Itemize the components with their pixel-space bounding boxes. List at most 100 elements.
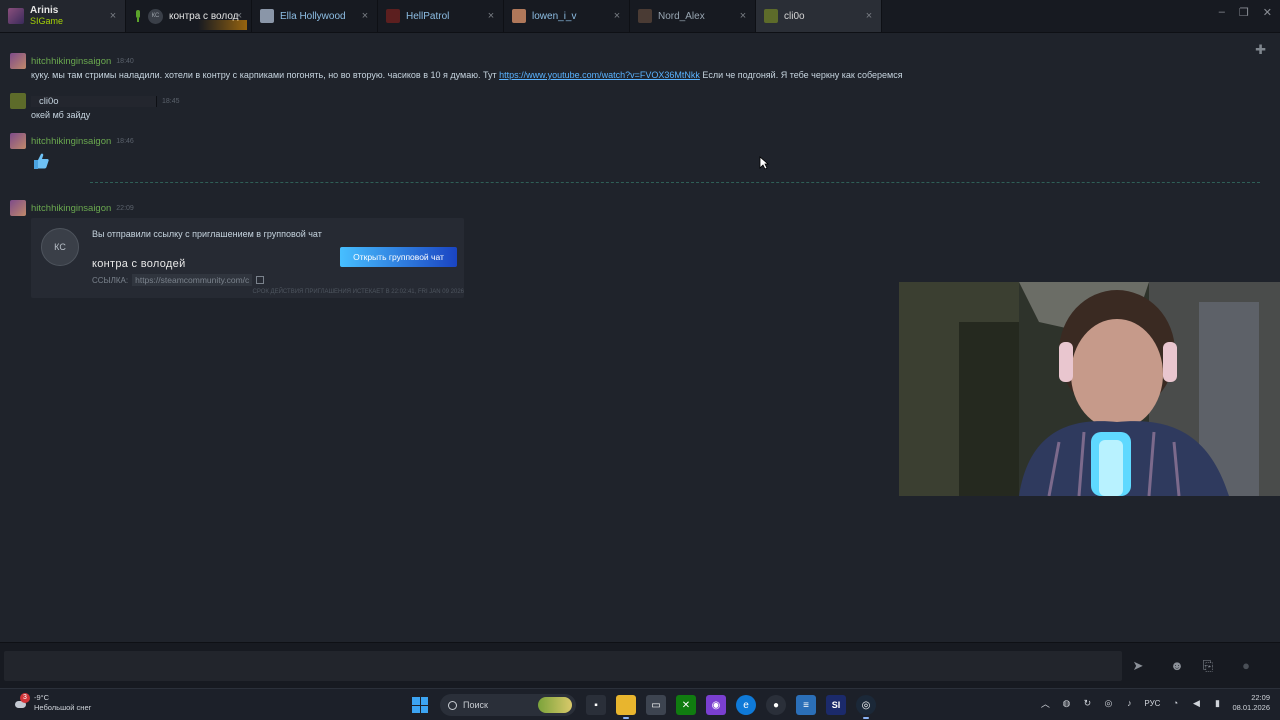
chevron-up-icon[interactable]: ︿ bbox=[1039, 697, 1051, 709]
send-icon[interactable]: ➤ bbox=[1130, 658, 1146, 674]
avatar bbox=[10, 93, 26, 109]
tab-hellpatrol[interactable]: HellPatrol × bbox=[378, 0, 504, 32]
chat-tab-bar: Arinis SIGame × КС контра с волод × Ella… bbox=[0, 0, 1280, 33]
tab-label: Nord_Alex bbox=[658, 10, 705, 22]
invite-link-label: ССЫЛКА: bbox=[92, 275, 129, 285]
close-icon[interactable]: × bbox=[359, 10, 371, 22]
notepad-icon[interactable]: ≡ bbox=[796, 695, 816, 715]
tab-group-chat[interactable]: КС контра с волод × bbox=[126, 0, 252, 32]
app-icon[interactable]: ◉ bbox=[706, 695, 726, 715]
message-text: куку. мы там стримы наладили. хотели в к… bbox=[31, 70, 903, 80]
microphone-tray-icon[interactable]: ♪ bbox=[1123, 697, 1135, 709]
snow-cloud-icon: 3 bbox=[12, 693, 30, 711]
tab-ella-hollywood[interactable]: Ella Hollywood × bbox=[252, 0, 378, 32]
invite-expiry: СРОК ДЕЙСТВИЯ ПРИГЛАШЕНИЯ ИСТЕКАЕТ В 22:… bbox=[252, 289, 464, 295]
close-icon[interactable]: × bbox=[863, 10, 875, 22]
new-messages-divider bbox=[90, 182, 1260, 183]
message-input[interactable] bbox=[4, 651, 1122, 681]
notification-badge: 3 bbox=[20, 693, 30, 703]
close-window-icon[interactable]: ✕ bbox=[1263, 6, 1272, 19]
message-time: 18:40 bbox=[116, 57, 134, 65]
message-time: 18:46 bbox=[116, 137, 134, 145]
mouse-cursor-icon bbox=[759, 156, 769, 170]
app-icon[interactable]: ▭ bbox=[646, 695, 666, 715]
friend-avatar bbox=[386, 9, 400, 23]
group-avatar: КС bbox=[41, 228, 79, 266]
close-icon[interactable]: × bbox=[107, 10, 119, 22]
chat-message: hitchhikinginsaigon 18:40 куку. мы там с… bbox=[10, 53, 903, 80]
windows-start-icon[interactable] bbox=[410, 695, 430, 715]
group-name: контра с володей bbox=[92, 258, 186, 270]
emoticon-icon[interactable]: ☻ bbox=[1169, 658, 1185, 674]
close-icon[interactable]: × bbox=[611, 10, 623, 22]
group-avatar: КС bbox=[148, 8, 163, 24]
search-label: Поиск bbox=[463, 700, 488, 710]
xbox-icon[interactable]: ✕ bbox=[676, 695, 696, 715]
microphone-icon bbox=[134, 10, 142, 22]
steam-icon[interactable]: ◎ bbox=[856, 695, 876, 719]
close-icon[interactable]: × bbox=[233, 10, 245, 22]
copy-icon[interactable] bbox=[256, 276, 265, 284]
tray-app-icon[interactable]: ◍ bbox=[1060, 697, 1072, 709]
tab-cli0o[interactable]: cli0o × bbox=[756, 0, 882, 32]
volume-icon[interactable]: ◀ bbox=[1190, 697, 1202, 709]
weather-widget[interactable]: 3 -9°C Небольшой снег bbox=[12, 693, 91, 713]
webcam-overlay bbox=[899, 282, 1280, 496]
open-group-chat-button[interactable]: Открыть групповой чат bbox=[340, 247, 457, 267]
attachment-icon[interactable]: ⎘ bbox=[1200, 658, 1216, 674]
invite-link-field[interactable]: https://steamcommunity.com/c bbox=[132, 274, 253, 286]
maximize-icon[interactable]: ❐ bbox=[1239, 6, 1249, 19]
invite-text: Вы отправили ссылку с приглашением в гру… bbox=[92, 229, 322, 239]
tab-label: HellPatrol bbox=[406, 10, 450, 22]
thumbs-up-emoji-icon bbox=[34, 153, 49, 169]
add-friend-icon[interactable]: ✚ bbox=[1255, 42, 1266, 58]
chat-message: cli0o 18:45 окей мб зайду bbox=[10, 93, 180, 120]
sync-icon[interactable]: ↻ bbox=[1081, 697, 1093, 709]
minimize-icon[interactable]: – bbox=[1219, 6, 1225, 19]
self-profile-tab[interactable]: Arinis SIGame × bbox=[0, 0, 126, 32]
edge-browser-icon[interactable]: e bbox=[736, 695, 756, 715]
task-view-icon[interactable]: ▪ bbox=[586, 695, 606, 715]
avatar bbox=[10, 53, 26, 69]
friend-avatar bbox=[764, 9, 778, 23]
system-clock[interactable]: 22:09 08.01.2026 bbox=[1232, 693, 1270, 713]
weather-desc: Небольшой снег bbox=[34, 703, 92, 712]
close-icon[interactable]: × bbox=[737, 10, 749, 22]
chat-message: hitchhikinginsaigon 18:46 bbox=[10, 133, 134, 176]
sigame-icon[interactable]: SI bbox=[826, 695, 846, 715]
tab-label: cli0o bbox=[784, 10, 805, 22]
friend-avatar bbox=[638, 9, 652, 23]
battery-icon[interactable]: ▮ bbox=[1211, 697, 1223, 709]
message-author[interactable]: hitchhikinginsaigon bbox=[31, 136, 111, 147]
message-author[interactable]: cli0o bbox=[31, 95, 157, 107]
taskbar-search[interactable]: Поиск bbox=[440, 694, 576, 716]
input-language[interactable]: РУС bbox=[1144, 699, 1160, 708]
message-link[interactable]: https://www.youtube.com/watch?v=FVOX36Mt… bbox=[499, 70, 700, 80]
steam-tray-icon[interactable]: ◎ bbox=[1102, 697, 1114, 709]
self-name: Arinis bbox=[30, 5, 59, 16]
tab-nord-alex[interactable]: Nord_Alex × bbox=[630, 0, 756, 32]
chat-message: hitchhikinginsaigon 22:09 bbox=[10, 200, 134, 216]
tab-lowen-i-v[interactable]: lowen_i_v × bbox=[504, 0, 630, 32]
close-icon[interactable]: × bbox=[485, 10, 497, 22]
self-game: SIGame bbox=[30, 16, 64, 26]
message-input-bar: ➤ ☻ ⎘ ● bbox=[0, 642, 1280, 688]
avatar bbox=[10, 200, 26, 216]
tab-label: Ella Hollywood bbox=[280, 10, 346, 22]
message-author[interactable]: hitchhikinginsaigon bbox=[31, 203, 111, 214]
message-time: 22:09 bbox=[116, 204, 134, 212]
message-time: 18:45 bbox=[162, 97, 180, 105]
voice-icon[interactable]: ● bbox=[1238, 658, 1254, 674]
message-text: окей мб зайду bbox=[31, 110, 91, 120]
windows-taskbar: 3 -9°C Небольшой снег Поиск ▪ ▭ ✕ ◉ e ● … bbox=[0, 688, 1280, 720]
file-explorer-icon[interactable] bbox=[616, 695, 636, 719]
message-author[interactable]: hitchhikinginsaigon bbox=[31, 56, 111, 67]
self-avatar bbox=[8, 8, 24, 24]
search-icon bbox=[448, 700, 457, 710]
app-icon[interactable]: ● bbox=[766, 695, 786, 715]
group-invite-card: КС Вы отправили ссылку с приглашением в … bbox=[31, 218, 464, 298]
weather-temp: -9°C bbox=[34, 693, 50, 702]
avatar bbox=[10, 133, 26, 149]
wifi-icon[interactable]: ◔ bbox=[1169, 697, 1181, 709]
tab-label: lowen_i_v bbox=[532, 10, 577, 22]
